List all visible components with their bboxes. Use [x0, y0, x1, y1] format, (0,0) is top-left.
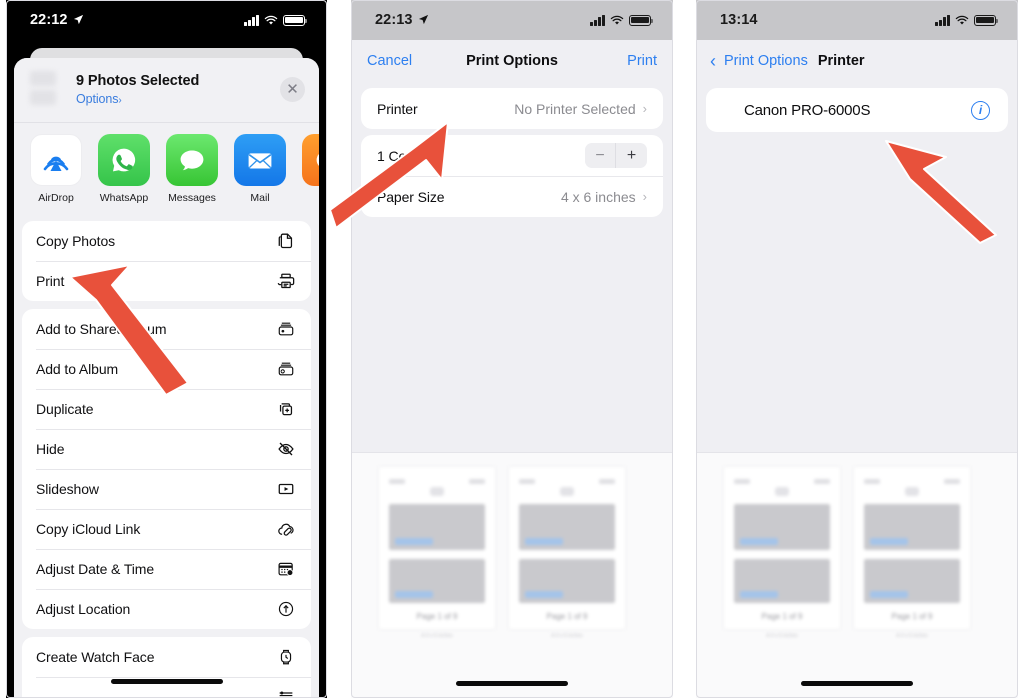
panel-border [6, 0, 327, 698]
phone-panel-print-options: 22:13 Cancel Print Options Print Printer… [351, 0, 673, 698]
panel-border [696, 0, 1018, 698]
screenshot-stage: 22:12 9 Photos Selected Options› ✕ AirDr… [0, 0, 1024, 698]
phone-panel-share-sheet: 22:12 9 Photos Selected Options› ✕ AirDr… [6, 0, 327, 698]
panel-border [351, 0, 673, 698]
phone-panel-printer-picker: 13:14 ‹ Print Options Printer Canon PRO-… [696, 0, 1018, 698]
